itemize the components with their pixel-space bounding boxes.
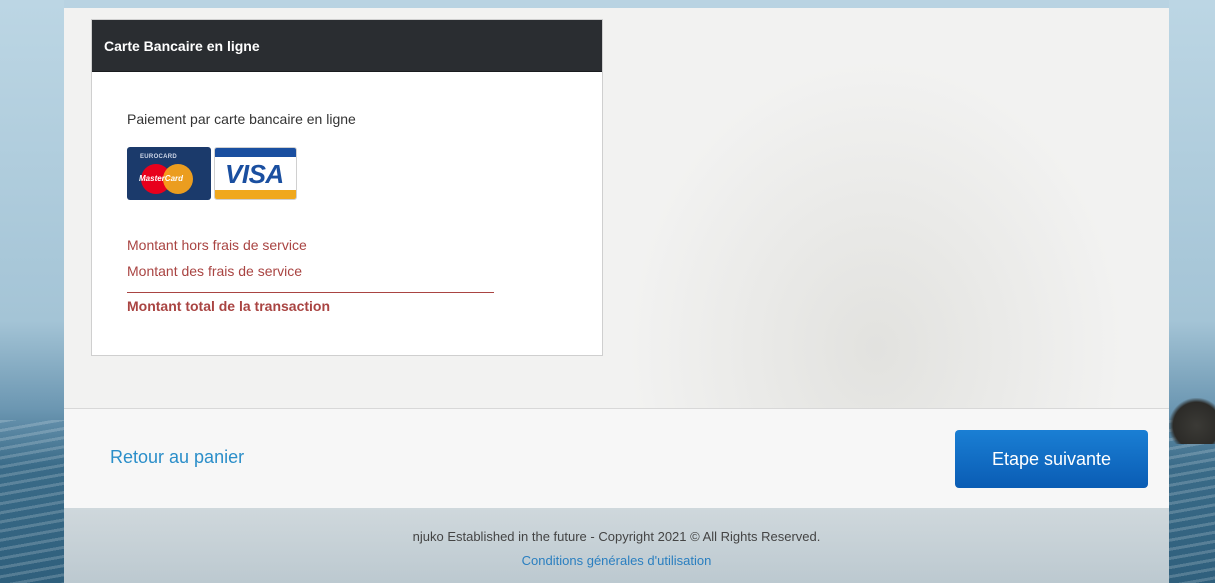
visa-bottom-band	[215, 190, 296, 199]
amount-divider	[127, 292, 495, 293]
mastercard-text: MasterCard	[139, 174, 184, 183]
main-panel: Carte Bancaire en ligne Paiement par car…	[64, 8, 1169, 408]
card-description: Paiement par carte bancaire en ligne	[127, 111, 356, 127]
footer: njuko Established in the future - Copyri…	[64, 508, 1169, 583]
background-right	[1169, 0, 1215, 583]
card-logos: EUROCARD MasterCard VISA	[127, 147, 297, 200]
action-bar: Retour au panier Etape suivante	[64, 408, 1169, 508]
card-title: Carte Bancaire en ligne	[92, 20, 602, 72]
visa-logo: VISA	[214, 147, 297, 200]
payment-method-card: Carte Bancaire en ligne Paiement par car…	[91, 19, 603, 356]
eurocard-text: EUROCARD	[140, 154, 178, 160]
mastercard-logo: EUROCARD MasterCard	[127, 147, 211, 200]
visa-text: VISA	[225, 159, 284, 189]
amount-total-label: Montant total de la transaction	[127, 298, 331, 314]
amount-excluding-fees-label: Montant hors frais de service	[127, 237, 307, 253]
visa-top-band	[215, 148, 296, 157]
terms-link[interactable]: Conditions générales d'utilisation	[64, 553, 1169, 568]
amount-values-area	[494, 192, 600, 331]
footer-copyright: njuko Established in the future - Copyri…	[412, 529, 821, 544]
amount-fees-label: Montant des frais de service	[127, 263, 303, 279]
background-left	[0, 0, 64, 583]
back-to-cart-link[interactable]: Retour au panier	[110, 447, 244, 468]
background-rock	[1169, 398, 1215, 444]
next-step-button[interactable]: Etape suivante	[955, 430, 1148, 488]
